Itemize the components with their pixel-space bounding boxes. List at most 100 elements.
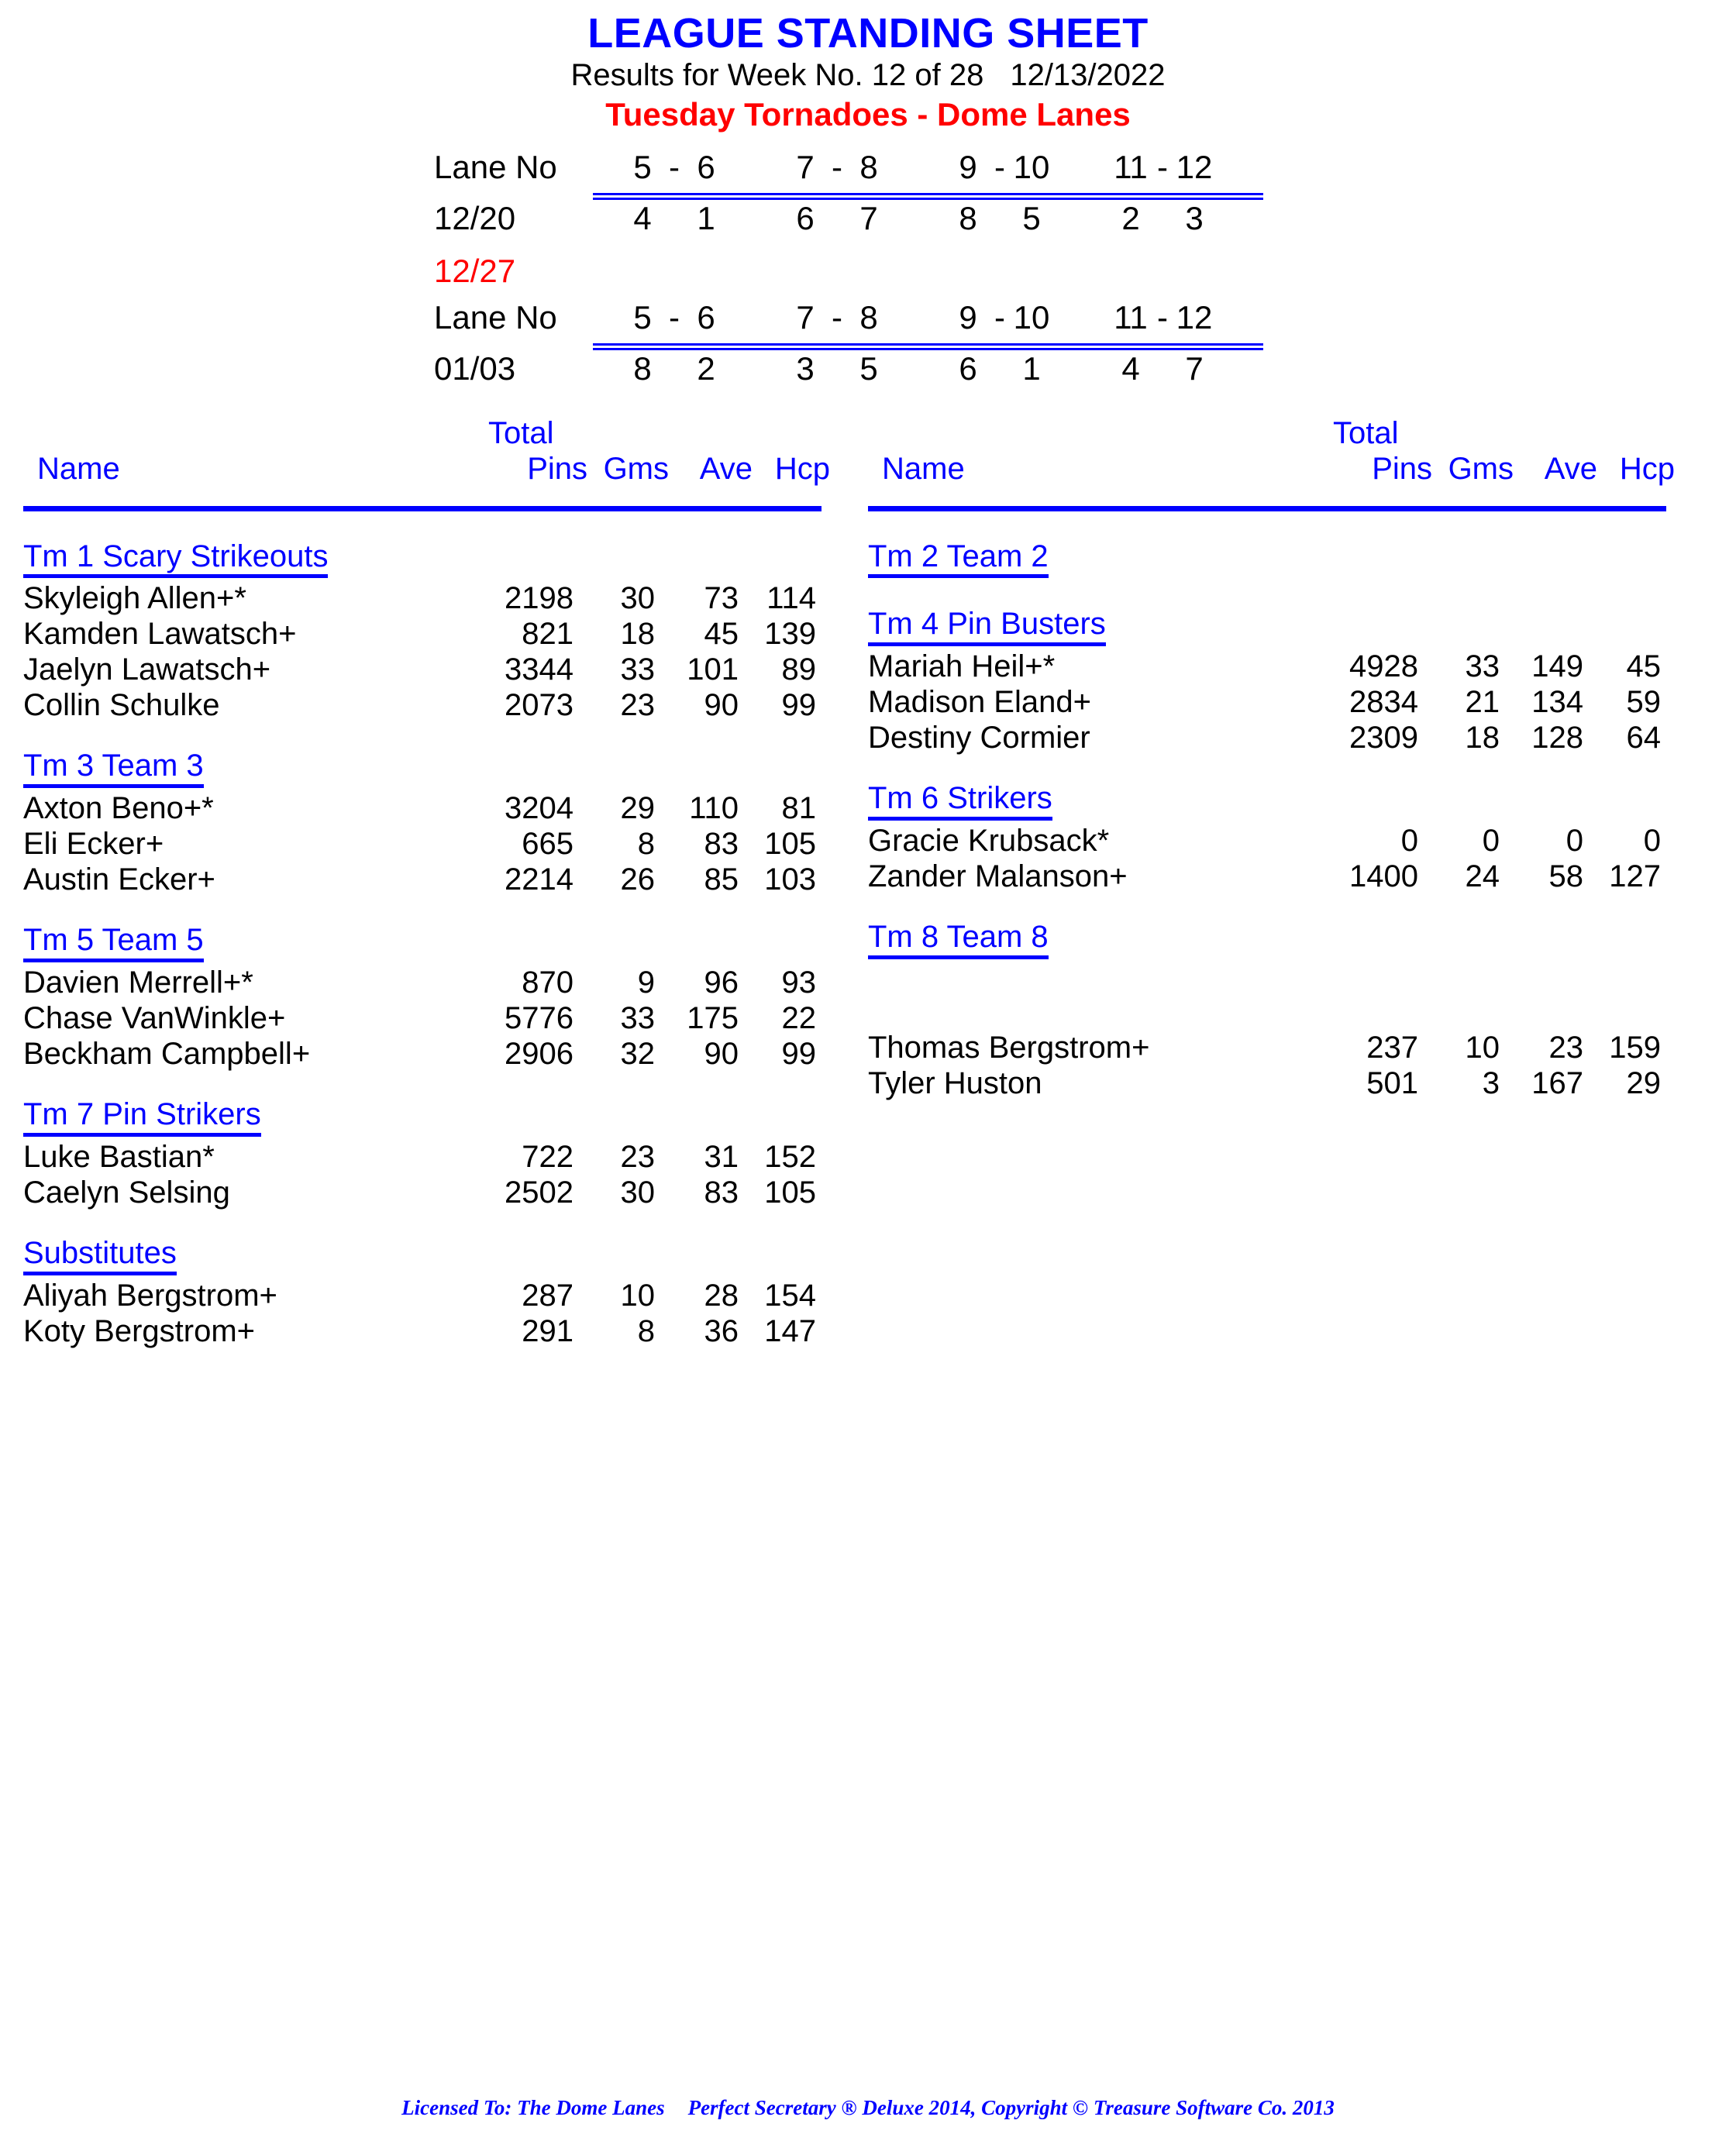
team-name-heading[interactable]: Substitutes xyxy=(23,1236,177,1275)
team-name-heading[interactable]: Tm 1 Scary Strikeouts xyxy=(23,539,329,579)
player-total-pins: 501 xyxy=(1366,1065,1418,1100)
lane-number: 9 xyxy=(959,298,977,336)
lane-number: 6 xyxy=(697,148,715,185)
player-total-pins: 291 xyxy=(522,1313,574,1348)
lane-pair-header: 9 - 10 xyxy=(918,148,1081,185)
player-average: 58 xyxy=(1548,859,1584,893)
player-name: Kamden Lawatsch+ xyxy=(23,617,297,652)
team-name-heading[interactable]: Tm 7 Pin Strikers xyxy=(23,1097,261,1137)
assigned-team: 7 xyxy=(859,199,878,236)
lane-schedule-block-1: Lane No 5 - 6 7 - 8 9 - 10 11 - 12 12/20… xyxy=(434,148,1736,241)
player-row: Skyleigh Allen+* 2198 30 73 114 xyxy=(23,583,822,618)
column-header-rule xyxy=(23,505,822,511)
player-games: 10 xyxy=(1465,1030,1500,1065)
player-name: Collin Schulke xyxy=(23,688,220,723)
assigned-team: 7 xyxy=(1185,349,1204,387)
player-games: 26 xyxy=(620,862,656,897)
schedule-date-2: 01/03 xyxy=(434,349,516,387)
lane-header-row-1: Lane No 5 - 6 7 - 8 9 - 10 11 - 12 xyxy=(434,148,1736,190)
standings-column-right: Total Name Pins Gms Ave Hcp Tm 2 Team 2 T… xyxy=(868,415,1675,1351)
player-row: Beckham Campbell+ 2906 32 90 99 xyxy=(23,1038,822,1074)
team-name-heading[interactable]: Tm 4 Pin Busters xyxy=(868,607,1106,647)
player-total-pins: 2073 xyxy=(505,688,574,723)
player-average: 134 xyxy=(1531,685,1583,720)
team-block: Tm 7 Pin Strikers Luke Bastian* 722 23 31 152… xyxy=(23,1097,822,1213)
player-name: Caelyn Selsing xyxy=(23,1175,230,1210)
team-assignment-pair: 6 1 xyxy=(918,352,1081,385)
header-hcp: Hcp xyxy=(774,451,830,486)
team-name-heading[interactable]: Tm 2 Team 2 xyxy=(868,539,1049,579)
player-average: 23 xyxy=(1548,1030,1584,1065)
team-name-heading[interactable]: Tm 8 Team 8 xyxy=(868,920,1049,959)
player-name: Zander Malanson+ xyxy=(868,859,1128,893)
player-name: Eli Ecker+ xyxy=(23,827,164,862)
player-average: 149 xyxy=(1531,649,1583,684)
team-block: Tm 4 Pin Busters Mariah Heil+* 4928 33 149 45… xyxy=(868,607,1666,758)
team-name-heading[interactable]: Tm 3 Team 3 xyxy=(23,749,204,789)
player-total-pins: 237 xyxy=(1366,1030,1418,1065)
player-handicap: 114 xyxy=(766,581,816,616)
player-games: 8 xyxy=(637,827,655,862)
team-name-heading[interactable]: Tm 6 Strikers xyxy=(868,781,1052,821)
team-name-spacer xyxy=(868,988,1666,1032)
lane-pair-header: 9 - 10 xyxy=(918,301,1081,334)
lane-number: 8 xyxy=(859,148,878,185)
player-games: 33 xyxy=(1465,649,1500,684)
report-date: 12/13/2022 xyxy=(1010,58,1166,93)
player-handicap: 22 xyxy=(781,1001,817,1035)
player-average: 83 xyxy=(704,827,739,862)
player-handicap: 93 xyxy=(781,965,817,1000)
player-total-pins: 2214 xyxy=(505,862,574,897)
player-average: 85 xyxy=(704,862,739,897)
player-total-pins: 4928 xyxy=(1349,649,1418,684)
player-games: 33 xyxy=(620,1001,656,1035)
player-games: 9 xyxy=(637,965,655,1000)
player-games: 23 xyxy=(620,1139,656,1174)
player-games: 29 xyxy=(620,791,656,826)
player-games: 30 xyxy=(620,581,656,616)
total-label: Total xyxy=(1333,415,1399,450)
lane-schedule-block-2: Lane No 5 - 6 7 - 8 9 - 10 11 - 12 01/03… xyxy=(434,301,1736,391)
team-assignment-pair: 3 5 xyxy=(756,352,918,385)
player-games: 24 xyxy=(1465,859,1500,893)
lane-number: 11 xyxy=(1114,298,1148,336)
player-row: Gracie Krubsack* 0 0 0 0 xyxy=(868,825,1666,861)
player-games: 10 xyxy=(620,1278,656,1313)
player-name: Thomas Bergstrom+ xyxy=(868,1030,1150,1065)
lane-number: 10 xyxy=(1013,148,1050,185)
player-average: 0 xyxy=(1566,824,1583,858)
assigned-team: 6 xyxy=(796,199,815,236)
player-total-pins: 0 xyxy=(1400,824,1418,858)
player-row: Collin Schulke 2073 23 90 99 xyxy=(23,690,822,725)
player-name: Austin Ecker+ xyxy=(23,862,215,897)
page-title: LEAGUE STANDING SHEET xyxy=(587,10,1149,57)
player-row: Jaelyn Lawatsch+ 3344 33 101 89 xyxy=(23,654,822,690)
team-block-list-right: Tm 2 Team 2 Tm 4 Pin Busters Mariah Heil+*… xyxy=(868,539,1666,1103)
player-row: Eli Ecker+ 665 8 83 105 xyxy=(23,828,822,864)
player-handicap: 147 xyxy=(764,1313,816,1348)
player-handicap: 127 xyxy=(1609,859,1661,893)
player-row: Kamden Lawatsch+ 821 18 45 139 xyxy=(23,618,822,654)
team-assignment-pair: 4 1 xyxy=(593,201,756,235)
player-total-pins: 2502 xyxy=(505,1175,574,1210)
player-games: 8 xyxy=(637,1313,655,1348)
team-name-heading[interactable]: Tm 5 Team 5 xyxy=(23,923,204,962)
team-block-list-left: Tm 1 Scary Strikeouts Skyleigh Allen+* 219… xyxy=(23,539,822,1351)
player-row: Luke Bastian* 722 23 31 152 xyxy=(23,1141,822,1177)
lane-number: 7 xyxy=(796,298,815,336)
player-total-pins: 665 xyxy=(522,827,574,862)
assigned-team: 8 xyxy=(633,349,652,387)
lane-dash: - xyxy=(669,148,680,185)
column-header-left: Total Name Pins Gms Ave Hcp xyxy=(23,418,830,504)
player-games: 21 xyxy=(1465,685,1500,720)
player-average: 128 xyxy=(1531,721,1583,756)
results-subtitle: Results for Week No. 12 of 28 12/13/2022 xyxy=(0,57,1736,93)
bye-week-date: 12/27 xyxy=(434,252,516,289)
player-total-pins: 2834 xyxy=(1349,685,1418,720)
team-block: Tm 1 Scary Strikeouts Skyleigh Allen+* 219… xyxy=(23,539,822,726)
lane-number: 6 xyxy=(697,298,715,336)
player-name: Davien Merrell+* xyxy=(23,965,253,1000)
player-row: Aliyah Bergstrom+ 287 10 28 154 xyxy=(23,1280,822,1316)
team-block: Substitutes Aliyah Bergstrom+ 287 10 28 154 Ko… xyxy=(23,1236,822,1351)
player-average: 36 xyxy=(704,1313,739,1348)
